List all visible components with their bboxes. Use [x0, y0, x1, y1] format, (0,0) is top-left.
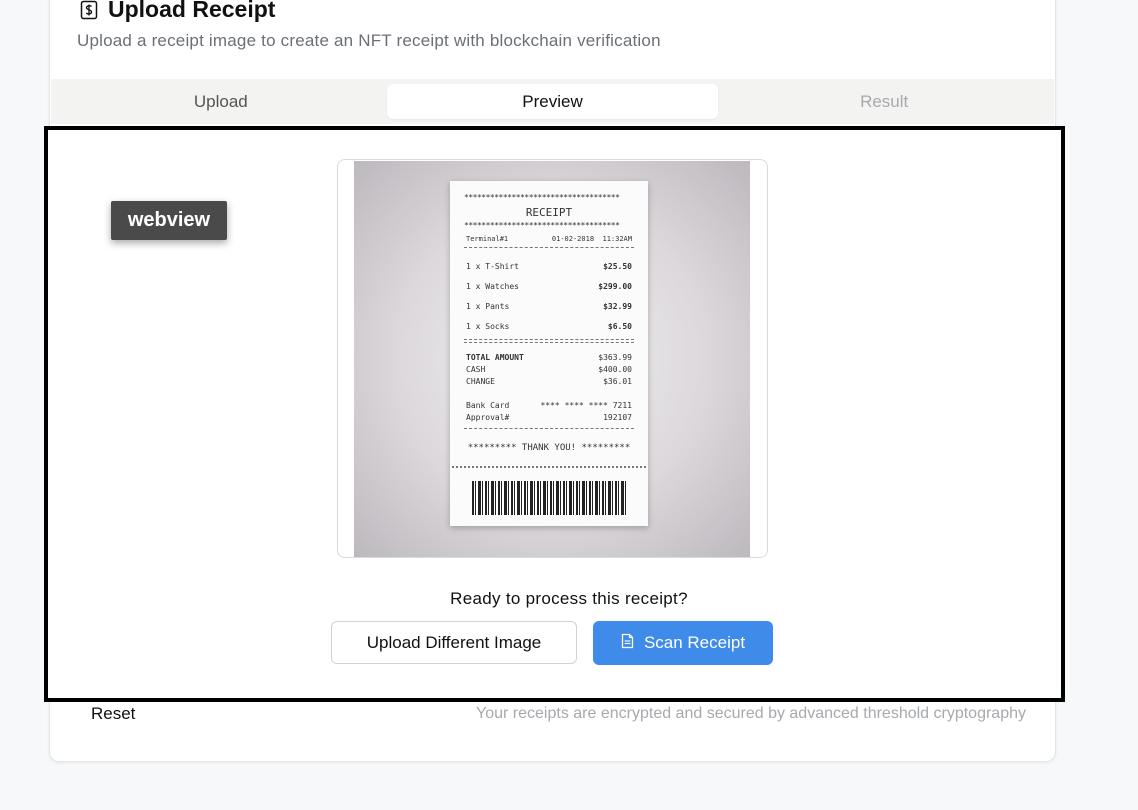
receipt-divider	[464, 339, 634, 340]
receipt-dollar-icon	[80, 0, 98, 20]
item-price: $299.00	[598, 282, 632, 291]
item-name: 1 x Pants	[466, 302, 510, 311]
receipt-stars-mid: ************************************	[464, 221, 620, 230]
reset-button[interactable]: Reset	[91, 704, 135, 724]
cash-label: CASH	[466, 365, 486, 374]
receipt-time: 11:32AM	[602, 235, 632, 243]
receipt-cash: CASH $400.00	[466, 365, 632, 374]
receipt-date: 01-02-2018	[551, 235, 595, 243]
card-header: Upload Receipt	[80, 0, 275, 23]
item-price: $6.50	[607, 322, 632, 331]
total-value: $363.99	[598, 353, 632, 362]
change-value: $36.01	[603, 377, 632, 386]
receipt-terminal-line: Terminal#1 01-02-2018 11:32AM	[466, 235, 632, 243]
receipt-card: Bank Card **** **** **** 7211	[466, 401, 632, 410]
receipt-terminal: Terminal#1	[466, 235, 509, 243]
tab-result: Result	[860, 91, 909, 111]
receipt-thanks: ********* THANK YOU! *********	[467, 443, 631, 453]
item-name: 1 x Socks	[466, 322, 510, 331]
card-value: **** **** **** 7211	[540, 401, 632, 410]
approval-label: Approval#	[466, 413, 510, 422]
receipt-preview: ************************************ REC…	[337, 159, 768, 558]
item-price: $32.99	[603, 302, 632, 311]
receipt-item: 1 x Socks $6.50	[466, 322, 632, 331]
tab-bar: Upload Preview Result	[51, 79, 1054, 124]
tab-upload[interactable]: Upload	[55, 84, 387, 119]
barcode	[472, 481, 626, 515]
cash-value: $400.00	[598, 365, 632, 374]
page-title: Upload Receipt	[108, 0, 276, 22]
item-name: 1 x T-Shirt	[466, 262, 519, 271]
card-label: Bank Card	[466, 401, 510, 410]
receipt-divider	[464, 247, 634, 248]
tab-preview[interactable]: Preview	[386, 84, 719, 119]
change-label: CHANGE	[466, 377, 495, 386]
receipt-photo: ************************************ REC…	[354, 161, 750, 557]
webview-label: webview	[111, 201, 227, 240]
receipt-total: TOTAL AMOUNT $363.99	[466, 353, 632, 362]
approval-value: 192107	[603, 413, 632, 422]
scan-receipt-button[interactable]: Scan Receipt	[593, 621, 773, 665]
receipt-tear-line	[452, 466, 646, 468]
process-prompt: Ready to process this receipt?	[450, 589, 688, 608]
upload-different-button[interactable]: Upload Different Image	[331, 621, 577, 664]
receipt-item: 1 x Pants $32.99	[466, 302, 632, 311]
receipt-paper: ************************************ REC…	[450, 181, 648, 526]
receipt-heading: RECEIPT	[525, 206, 573, 219]
scan-receipt-label: Scan Receipt	[643, 633, 746, 652]
security-note: Your receipts are encrypted and secured …	[476, 705, 1026, 722]
receipt-item: 1 x Watches $299.00	[466, 282, 632, 291]
receipt-approval: Approval# 192107	[466, 413, 632, 422]
total-label: TOTAL AMOUNT	[466, 353, 524, 362]
receipt-change: CHANGE $36.01	[466, 377, 632, 386]
item-price: $25.50	[603, 262, 632, 271]
item-name: 1 x Watches	[466, 282, 519, 291]
receipt-item: 1 x T-Shirt $25.50	[466, 262, 632, 271]
receipt-divider	[464, 428, 634, 429]
receipt-stars-top: ************************************	[464, 193, 620, 202]
receipt-divider	[464, 342, 634, 343]
page-subtitle: Upload a receipt image to create an NFT …	[77, 31, 661, 50]
document-icon	[621, 633, 634, 654]
